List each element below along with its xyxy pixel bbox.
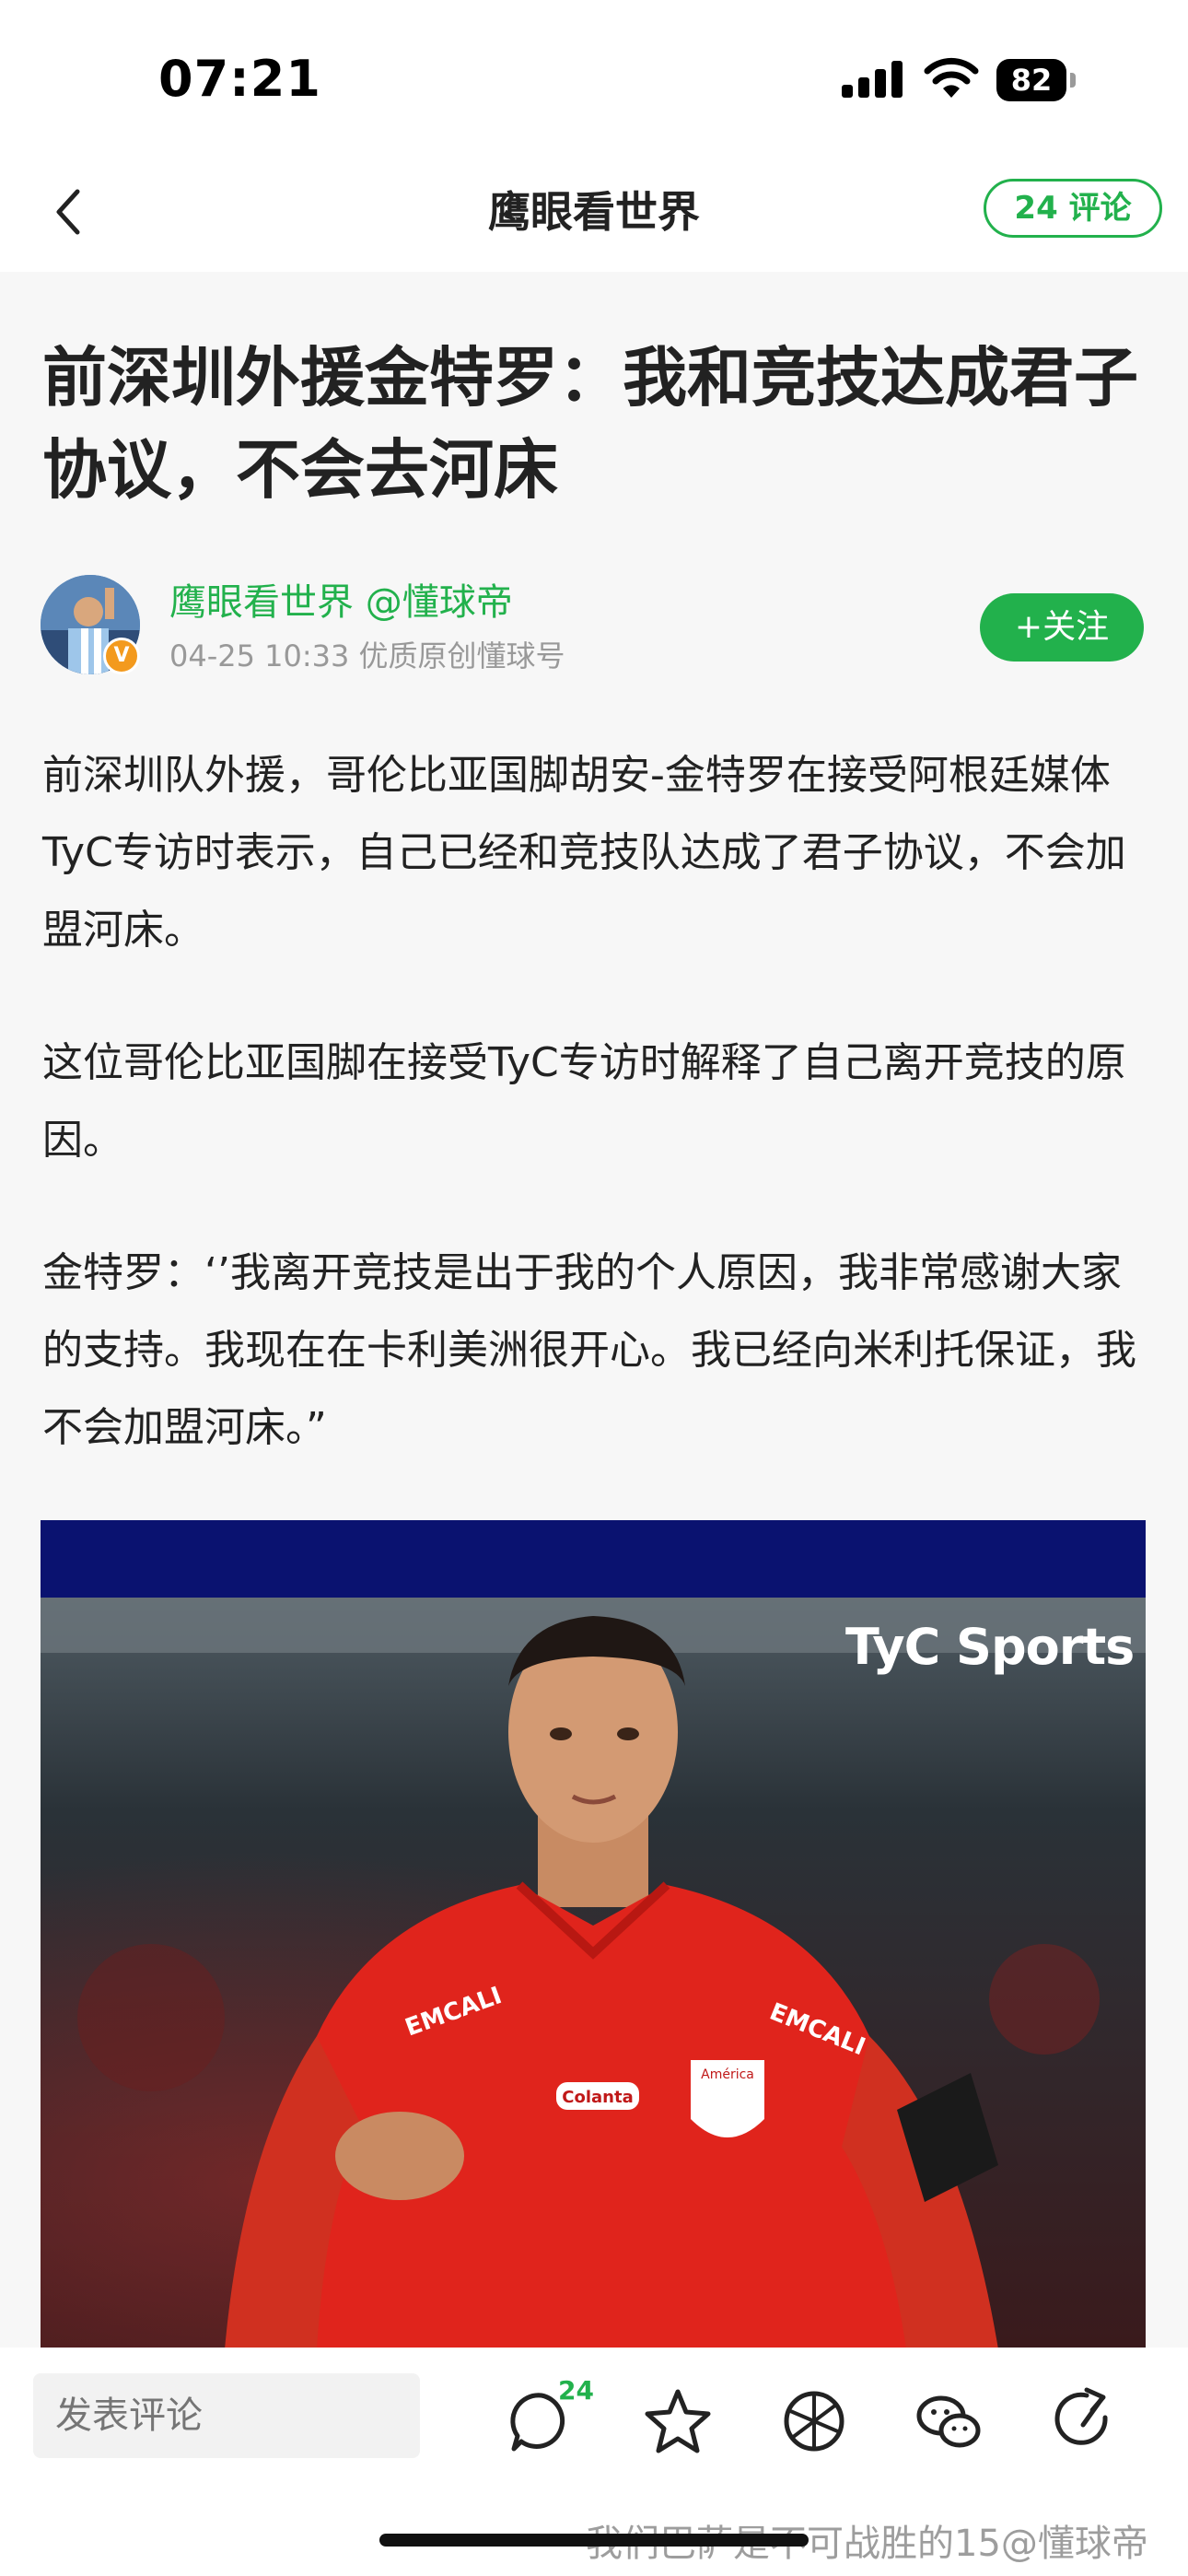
home-indicator[interactable] <box>379 2534 809 2547</box>
nav-bar: 鹰眼看世界 24 评论 <box>0 157 1188 272</box>
comment-input[interactable] <box>33 2373 420 2458</box>
battery-level: 82 <box>1010 63 1053 98</box>
back-arrow-icon[interactable] <box>37 179 103 245</box>
star-icon[interactable] <box>641 2384 715 2458</box>
follow-button[interactable]: +关注 <box>980 593 1144 662</box>
author-row: V 鹰眼看世界 @懂球帝 04-25 10:33 优质原创懂球号 +关注 <box>41 575 1146 685</box>
author-meta: 04-25 10:33 优质原创懂球号 <box>169 638 565 673</box>
tyc-sports-logo: TyC Sports <box>845 1618 1135 1676</box>
article-paragraph: 这位哥伦比亚国脚在接受TyC专访时解释了自己离开竞技的原因。 <box>42 1039 1126 1164</box>
crest-text: América <box>701 2067 754 2082</box>
author-name-link[interactable]: 鹰眼看世界 @懂球帝 <box>169 579 513 626</box>
status-bar: 07:21 82 <box>0 0 1188 157</box>
share-icon[interactable] <box>1046 2384 1120 2458</box>
battery-indicator: 82 <box>996 59 1076 101</box>
comment-count-badge: 24 <box>558 2375 594 2406</box>
article-paragraph: 前深圳队外援，哥伦比亚国脚胡安-金特罗在接受阿根廷媒体TyC专访时表示，自己已经… <box>42 752 1126 954</box>
moments-icon[interactable] <box>777 2384 851 2458</box>
status-time: 07:21 <box>158 50 321 108</box>
cellular-signal-icon <box>842 61 903 98</box>
shirt-sponsor: Colanta <box>562 2088 633 2107</box>
verified-badge-icon: V <box>103 638 140 674</box>
article-paragraph: 金特罗：‘’我离开竞技是出于我的个人原因，我非常感谢大家的支持。我现在在卡利美洲… <box>42 1249 1136 1451</box>
comments-count-button[interactable]: 24 评论 <box>984 179 1162 238</box>
wifi-icon <box>924 57 979 98</box>
wechat-icon[interactable] <box>912 2384 985 2458</box>
article-title: 前深圳外援金特罗：我和竞技达成君子协议，不会去河床 <box>42 340 1138 508</box>
battery-tip <box>1070 73 1076 88</box>
article-photo[interactable]: Colanta América EMCALI EMCALI TyC Sports <box>41 1520 1146 2349</box>
